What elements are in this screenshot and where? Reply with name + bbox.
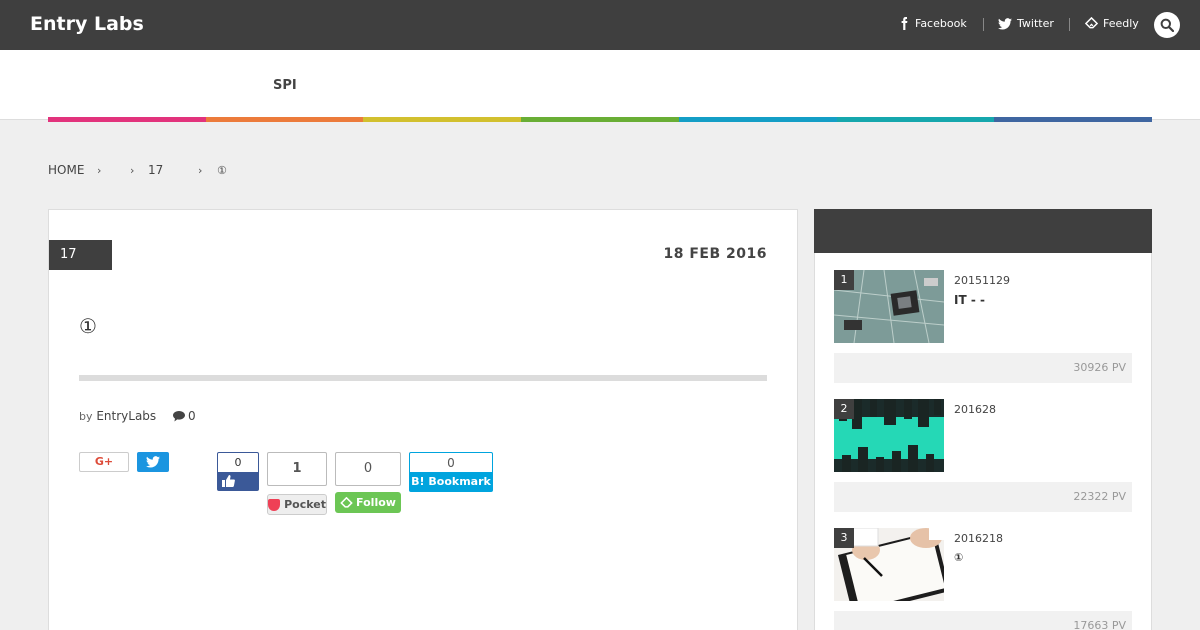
facebook-link[interactable]: Facebook [901,17,967,30]
byline-prefix: by [79,410,93,423]
facebook-label: Facebook [915,17,967,30]
feedly-count: 0 [335,452,401,486]
category-badge[interactable]: 17 [49,240,112,270]
color-segment-7 [994,117,1153,122]
ranking-title[interactable]: ① [954,551,963,564]
divider [983,18,984,31]
search-button[interactable] [1154,12,1180,38]
post-date: 18 FEB 2016 [663,246,767,262]
feedly-link[interactable]: Feedly [1085,17,1139,30]
ranking-pageviews: 22322 PV [834,482,1132,512]
top-bar: Entry Labs Facebook Twitter Feedly [0,0,1200,50]
facebook-like-count: 0 [234,456,242,469]
pocket-label: Pocket [284,498,326,511]
sidebar-header [814,209,1152,253]
ranking-date: 2016218 [954,532,1003,545]
twitter-link[interactable]: Twitter [998,17,1054,30]
chevron-right-icon: › [97,164,102,177]
site-brand[interactable]: Entry Labs [30,13,144,35]
pocket-count: 1 [267,452,327,486]
facebook-icon [901,17,908,30]
google-plus-button[interactable]: G+ [79,452,129,472]
color-segment-1 [48,117,206,122]
rank-number: 3 [834,528,854,548]
divider [1069,18,1070,31]
byline: by EntryLabs [79,409,156,423]
feedly-icon [340,496,353,508]
rank-number: 1 [834,270,854,290]
color-segment-3 [363,117,522,122]
like-bar [218,472,258,490]
ranking-date: 201628 [954,403,996,416]
thumbs-up-icon [222,475,235,487]
tweet-button[interactable] [137,452,169,472]
ranking-pageviews: 17663 PV [834,611,1132,630]
main-nav: SPI [0,50,1200,120]
feedly-icon [1085,17,1098,29]
ranking-title[interactable]: IT - - [954,293,985,307]
chevron-right-icon: › [130,164,135,177]
feedly-follow-button[interactable]: Follow [335,492,401,513]
comment-count-value: 0 [188,409,196,423]
search-icon [1160,18,1174,32]
nav-item-spi[interactable]: SPI [273,78,297,93]
twitter-icon [998,17,1012,29]
rank-number: 2 [834,399,854,419]
post-title: ① [79,314,97,338]
title-divider [79,375,767,381]
pocket-button[interactable]: Pocket [267,494,327,515]
color-segment-2 [205,117,364,122]
article-card: 17 18 FEB 2016 ① by EntryLabs 0 G+ 0 1 P… [48,209,798,630]
pocket-icon [268,498,281,511]
comment-icon [173,410,185,421]
breadcrumb-home[interactable]: HOME [48,163,84,177]
hatena-count: 0 [447,456,455,470]
chevron-right-icon: › [198,164,203,177]
color-segment-6 [836,117,995,122]
feedly-follow-label: Follow [356,496,396,509]
facebook-like-button[interactable]: 0 [217,452,259,491]
ranking-pageviews: 30926 PV [834,353,1132,383]
comment-count[interactable]: 0 [173,409,196,423]
author-link[interactable]: EntryLabs [96,409,156,423]
color-segment-5 [678,117,837,122]
feedly-label: Feedly [1103,17,1139,30]
ranking-date: 20151129 [954,274,1010,287]
breadcrumb-category[interactable]: 17 [148,163,163,177]
hatena-label: B! Bookmark [410,472,492,491]
twitter-label: Twitter [1017,17,1054,30]
breadcrumb-current: ① [217,164,227,177]
twitter-icon [146,456,160,468]
hatena-bookmark-button[interactable]: 0 B! Bookmark [409,452,493,492]
color-segment-4 [521,117,679,122]
category-color-bar [48,117,1153,122]
